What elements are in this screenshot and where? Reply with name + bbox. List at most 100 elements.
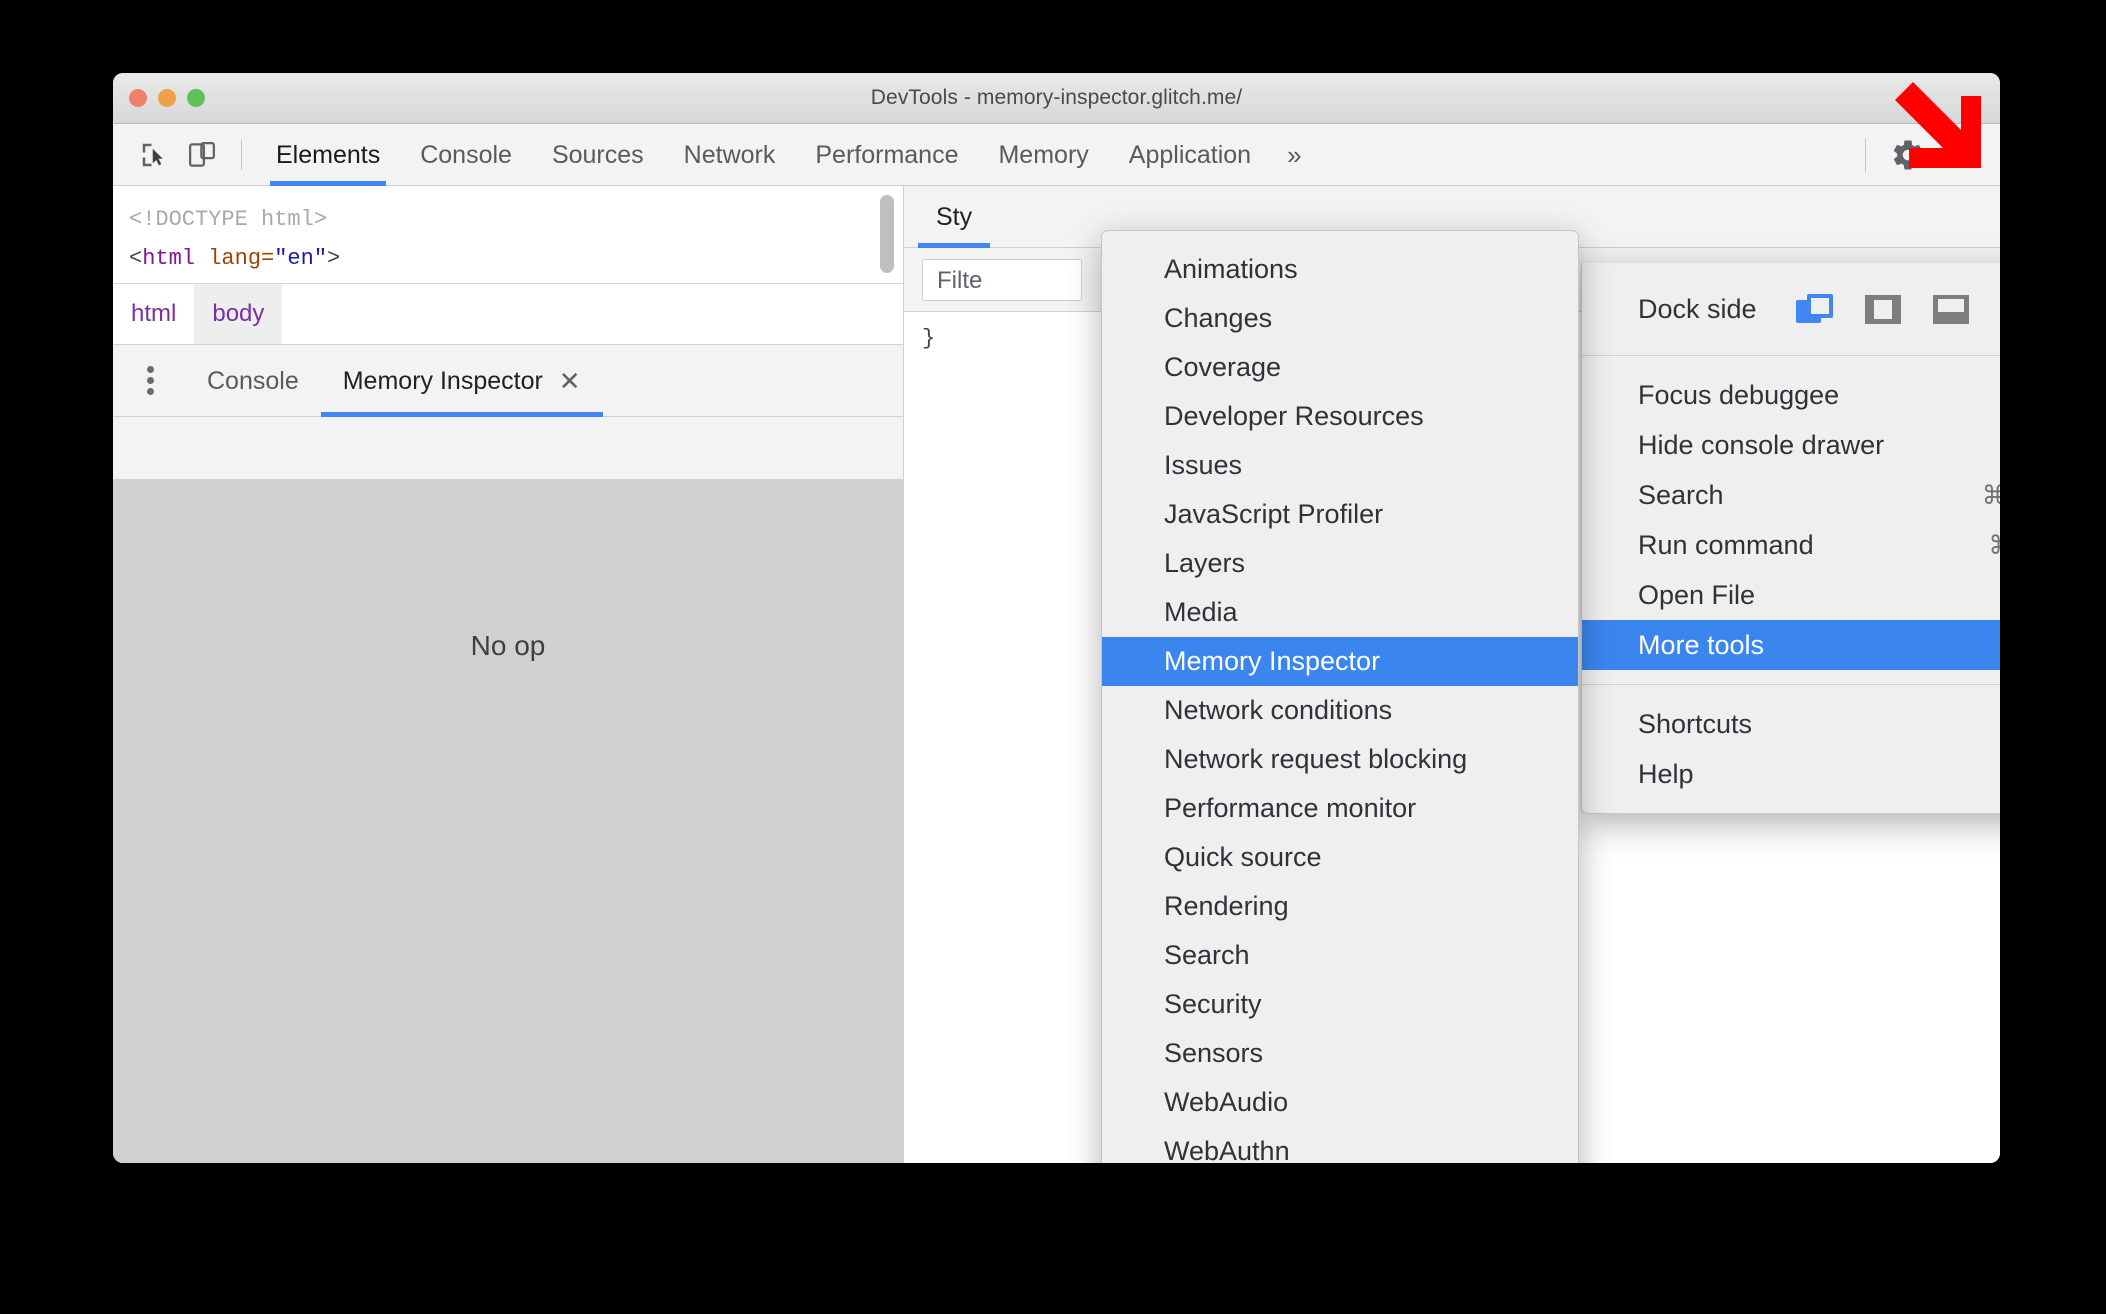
dock-side-label: Dock side [1638, 293, 1757, 324]
more-tools-item-javascript-profiler[interactable]: JavaScript Profiler [1102, 490, 1578, 539]
tab-network[interactable]: Network [664, 124, 796, 186]
dom-close-angle: > [327, 246, 341, 271]
dom-doctype-line: <!DOCTYPE html> [129, 200, 903, 239]
tab-application[interactable]: Application [1109, 124, 1271, 186]
empty-state-message: No op [470, 630, 546, 661]
toolbar-divider [241, 139, 242, 170]
dock-to-left-icon[interactable] [1863, 293, 1903, 326]
kebab-dot [146, 377, 154, 384]
more-tools-item-developer-resources[interactable]: Developer Resources [1102, 392, 1578, 441]
dock-side-row: Dock side [1582, 263, 2000, 355]
more-tools-item-search[interactable]: Search [1102, 931, 1578, 980]
dom-open-angle: < [129, 246, 143, 271]
traffic-light-buttons[interactable] [129, 89, 205, 107]
dom-attr-equals: = [261, 246, 275, 271]
tab-sources[interactable]: Sources [532, 124, 664, 186]
menu-item-label: Focus debuggee [1638, 380, 1840, 410]
menu-item-search[interactable]: Search ⌘ ⌥ F [1582, 470, 2000, 520]
more-tools-item-webauthn[interactable]: WebAuthn [1102, 1127, 1578, 1163]
menu-spacer [1582, 685, 2000, 699]
menu-item-help[interactable]: Help ▶ [1582, 749, 2000, 799]
close-icon[interactable]: ✕ [559, 368, 581, 394]
settings-context-menu: Dock side Focus debuggee Hide console dr… [1581, 263, 2000, 814]
more-tools-item-security[interactable]: Security [1102, 980, 1578, 1029]
more-tools-item-network-conditions[interactable]: Network conditions [1102, 686, 1578, 735]
drawer-toolbar [113, 417, 903, 480]
tab-elements[interactable]: Elements [256, 124, 400, 186]
menu-item-label: Search [1638, 480, 1724, 510]
more-tools-item-performance-monitor[interactable]: Performance monitor [1102, 784, 1578, 833]
more-tools-item-media[interactable]: Media [1102, 588, 1578, 637]
menu-item-label: Shortcuts [1638, 709, 1753, 739]
red-arrow-down-right-icon [1883, 70, 1993, 180]
menu-item-hide-console-drawer[interactable]: Hide console drawer Esc [1582, 420, 2000, 470]
more-tabs-chevron-icon[interactable]: » [1271, 124, 1317, 186]
devtools-window: DevTools - memory-inspector.glitch.me/ E… [113, 73, 2000, 1163]
tab-styles[interactable]: Sty [917, 186, 991, 248]
more-tools-item-animations[interactable]: Animations [1102, 245, 1578, 294]
menu-item-shortcuts[interactable]: Shortcuts [1582, 699, 2000, 749]
kebab-dot [146, 388, 154, 395]
devtools-main-toolbar: Elements Console Sources Network Perform… [113, 124, 2000, 186]
dom-doctype-text: <!DOCTYPE html> [129, 207, 328, 232]
more-tools-item-changes[interactable]: Changes [1102, 294, 1578, 343]
dock-side-options [1795, 293, 2000, 326]
more-tools-item-memory-inspector[interactable]: Memory Inspector [1102, 637, 1578, 686]
drawer-tab-strip: Console Memory Inspector ✕ [113, 345, 903, 417]
elements-left-pane: <!DOCTYPE html> <html lang="en"> html bo… [113, 186, 904, 1163]
tab-memory[interactable]: Memory [978, 124, 1108, 186]
breadcrumb-item-body[interactable]: body [194, 284, 283, 344]
dock-to-right-icon[interactable] [1999, 293, 2000, 326]
more-tools-item-webaudio[interactable]: WebAudio [1102, 1078, 1578, 1127]
menu-item-label: Hide console drawer [1638, 430, 1885, 460]
menu-item-label: Run command [1638, 530, 1814, 560]
more-tools-item-rendering[interactable]: Rendering [1102, 882, 1578, 931]
more-tools-item-coverage[interactable]: Coverage [1102, 343, 1578, 392]
screenshot-root: DevTools - memory-inspector.glitch.me/ E… [0, 0, 2106, 1314]
dom-tag-name: html [142, 246, 196, 271]
dom-tree-view[interactable]: <!DOCTYPE html> <html lang="en"> [113, 186, 903, 284]
more-tools-item-issues[interactable]: Issues [1102, 441, 1578, 490]
device-toolbar-icon[interactable] [179, 132, 225, 178]
menu-spacer [1582, 670, 2000, 684]
dock-to-bottom-icon[interactable] [1931, 293, 1971, 326]
tab-performance[interactable]: Performance [795, 124, 978, 186]
drawer-kebab-menu-icon[interactable] [127, 358, 173, 404]
undock-into-separate-window-icon[interactable] [1795, 293, 1835, 326]
menu-item-shortcut: ⌘ ⌥ F [1981, 480, 2000, 510]
breadcrumb-item-html[interactable]: html [113, 284, 194, 344]
menu-item-label: More tools [1638, 630, 1765, 660]
menu-item-focus-debuggee[interactable]: Focus debuggee [1582, 370, 2000, 420]
breadcrumb: html body [113, 284, 903, 345]
dom-attr-value: "en" [274, 246, 328, 271]
dom-html-line[interactable]: <html lang="en"> [129, 239, 903, 278]
menu-item-open-file[interactable]: Open File ⌘ P [1582, 570, 2000, 620]
memory-inspector-content: No op [113, 480, 903, 1163]
more-tools-item-layers[interactable]: Layers [1102, 539, 1578, 588]
more-tools-submenu: Animations Changes Coverage Developer Re… [1101, 230, 1579, 1163]
menu-item-run-command[interactable]: Run command ⌘ ⇧ P [1582, 520, 2000, 570]
menu-spacer [1582, 356, 2000, 370]
drawer-tab-label: Memory Inspector [342, 366, 543, 395]
tab-console[interactable]: Console [400, 124, 532, 186]
menu-item-more-tools[interactable]: More tools ▶ [1582, 620, 2000, 670]
toolbar-divider-right [1865, 137, 1866, 172]
more-tools-item-sensors[interactable]: Sensors [1102, 1029, 1578, 1078]
more-tools-item-network-request-blocking[interactable]: Network request blocking [1102, 735, 1578, 784]
drawer-tab-console[interactable]: Console [185, 345, 321, 417]
minimize-window-button[interactable] [158, 89, 176, 107]
maximize-window-button[interactable] [187, 89, 205, 107]
close-window-button[interactable] [129, 89, 147, 107]
menu-item-shortcut: ⌘ ⇧ P [1988, 520, 2000, 570]
inspect-element-icon[interactable] [131, 132, 177, 178]
kebab-dot [146, 366, 154, 373]
drawer-tab-memory-inspector[interactable]: Memory Inspector ✕ [320, 345, 603, 417]
menu-item-label: Help [1638, 759, 1694, 789]
window-title: DevTools - memory-inspector.glitch.me/ [870, 86, 1243, 109]
drawer-tab-label: Console [207, 366, 299, 395]
more-tools-item-quick-source[interactable]: Quick source [1102, 833, 1578, 882]
dom-attr-name: lang [208, 246, 262, 271]
styles-filter-input[interactable]: Filte [922, 258, 1082, 301]
dom-tree-scrollbar[interactable] [880, 195, 894, 273]
menu-item-label: Open File [1638, 580, 1756, 610]
